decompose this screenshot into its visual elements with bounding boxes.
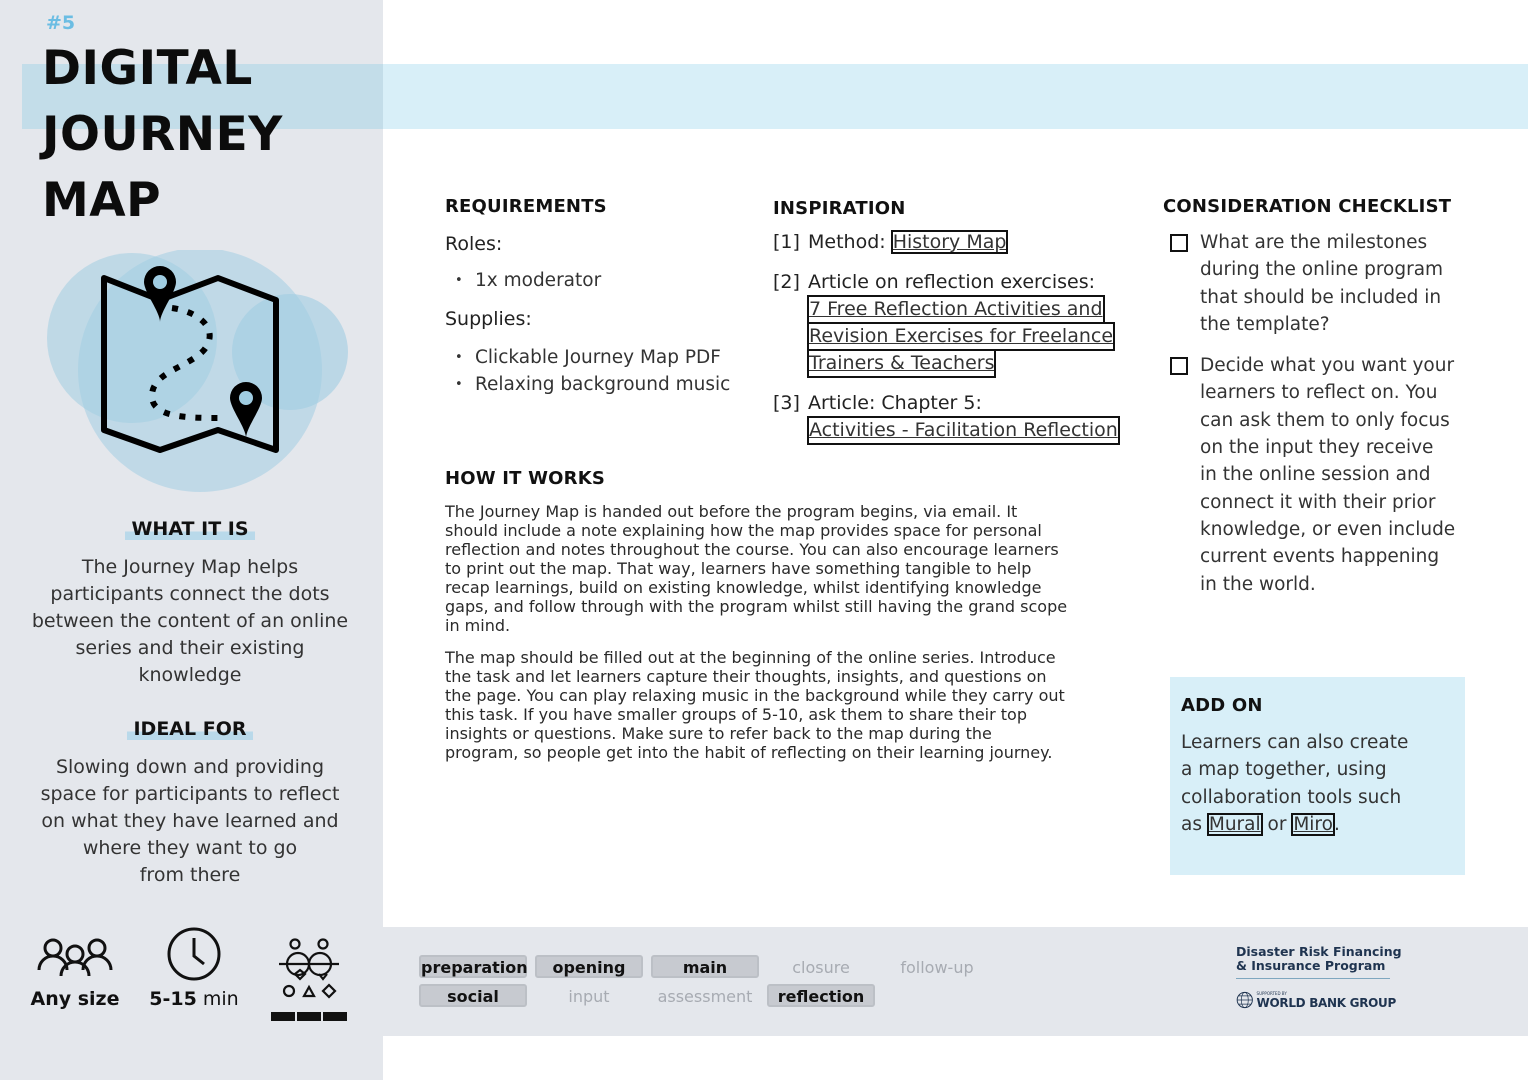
roles-list: 1x moderator xyxy=(445,267,745,294)
supplies-label: Supplies: xyxy=(445,308,532,330)
item-number: [1] xyxy=(773,231,800,253)
text-line: from there xyxy=(139,864,241,886)
inspiration-item: [1] Method: History Map xyxy=(773,229,1133,256)
tag-social: social xyxy=(419,984,527,1007)
page-title: DIGITAL JOURNEY MAP xyxy=(42,36,283,234)
add-on-text: Learners can also create a map together,… xyxy=(1181,732,1409,836)
text-line: series and their existing xyxy=(75,637,305,659)
requirements-section: REQUIREMENTS Roles: 1x moderator Supplie… xyxy=(445,196,745,398)
intensity-segment xyxy=(297,1012,321,1021)
tag-grid: preparation opening main closure follow-… xyxy=(419,955,991,1007)
world-bank-logo: SUPPORTED BY WORLD BANK GROUP xyxy=(1236,985,1396,1015)
checklist-heading: CONSIDERATION CHECKLIST xyxy=(1163,196,1452,217)
text-line: space for participants to reflect xyxy=(40,783,340,805)
bg-circle xyxy=(47,253,217,423)
text-line: The Journey Map helps xyxy=(81,556,299,578)
list-item: 1x moderator xyxy=(445,267,745,294)
history-map-link[interactable]: History Map xyxy=(890,230,1009,254)
group-size-label: Any size xyxy=(30,988,120,1010)
checkbox[interactable] xyxy=(1170,234,1188,252)
world-bank-group-label: WORLD BANK GROUP xyxy=(1256,995,1397,1010)
what-it-is-section: WHAT IT IS The Journey Map helps partici… xyxy=(20,518,360,689)
add-on-box: ADD ON Learners can also create a map to… xyxy=(1170,677,1465,875)
tag-input: input xyxy=(568,987,610,1006)
item-number: [2] xyxy=(773,271,800,293)
checklist-item: What are the milestones during the onlin… xyxy=(1163,229,1463,338)
tag-main: main xyxy=(651,955,759,978)
group-size-meta: Any size xyxy=(30,930,120,1010)
intensity-meta xyxy=(268,930,350,1021)
text-line: where they want to go xyxy=(82,837,298,859)
text-line: participants connect the dots xyxy=(50,583,330,605)
how-it-works-heading: HOW IT WORKS xyxy=(445,468,606,489)
add-on-heading: ADD ON xyxy=(1181,695,1263,716)
text-line: Slowing down and providing xyxy=(55,756,325,778)
inspiration-heading: INSPIRATION xyxy=(773,198,906,219)
globe-icon xyxy=(1236,991,1253,1009)
reflection-article-link[interactable]: 7 Free Reflection Activities and xyxy=(807,295,1105,324)
intensity-segment xyxy=(323,1012,347,1021)
mural-link[interactable]: Mural xyxy=(1206,812,1263,836)
program-name: Disaster Risk Financing & Insurance Prog… xyxy=(1236,944,1402,973)
tag-opening: opening xyxy=(535,955,643,978)
drfip-logo: Disaster Risk Financing & Insurance Prog… xyxy=(1236,944,1402,1015)
intensity-segment xyxy=(271,1012,295,1021)
tag-follow-up: follow-up xyxy=(900,958,974,977)
card-number: #5 xyxy=(46,12,76,34)
consideration-checklist: CONSIDERATION CHECKLIST What are the mil… xyxy=(1163,196,1463,598)
logo-divider xyxy=(1236,978,1390,979)
footer-bar: preparation opening main closure follow-… xyxy=(383,927,1528,1036)
clock-icon xyxy=(167,927,221,981)
tag-reflection: reflection xyxy=(767,984,875,1007)
title-line: JOURNEY xyxy=(42,107,283,162)
intensity-bar xyxy=(268,1012,350,1021)
facilitation-reflection-link[interactable]: Activities - Facilitation Reflection xyxy=(807,416,1120,445)
reflection-article-link[interactable]: Trainers & Teachers xyxy=(806,349,997,378)
item-label: Method: xyxy=(808,231,892,253)
checklist-item-text: What are the milestones during the onlin… xyxy=(1200,232,1444,335)
text-line: on what they have learned and xyxy=(41,810,339,832)
tag-preparation: preparation xyxy=(419,955,528,978)
duration-label: 5-15 min xyxy=(149,988,239,1010)
miro-link[interactable]: Miro xyxy=(1291,812,1335,836)
checklist-item: Decide what you want your learners to re… xyxy=(1163,352,1463,598)
item-number: [3] xyxy=(773,392,800,414)
tag-closure: closure xyxy=(792,958,850,977)
item-label: Article on reflection exercises: xyxy=(808,271,1096,293)
text-line: between the content of an online xyxy=(31,610,349,632)
item-label: Article: Chapter 5: xyxy=(808,392,982,414)
list-item: Clickable Journey Map PDF xyxy=(445,344,745,371)
tag-assessment: assessment xyxy=(657,987,753,1006)
what-it-is-heading: WHAT IT IS xyxy=(125,518,255,540)
checklist-item-text: Decide what you want your learners to re… xyxy=(1200,355,1456,595)
ideal-for-section: IDEAL FOR Slowing down and providing spa… xyxy=(20,718,360,889)
how-it-works-section: HOW IT WORKS The Journey Map is handed o… xyxy=(445,468,1145,775)
roles-label: Roles: xyxy=(445,233,503,255)
inspiration-section: INSPIRATION [1] Method: History Map [2] … xyxy=(773,198,1133,445)
what-it-is-text: The Journey Map helps participants conne… xyxy=(20,554,360,689)
text-line: knowledge xyxy=(138,664,242,686)
checkbox[interactable] xyxy=(1170,357,1188,376)
list-item: Relaxing background music xyxy=(445,371,745,398)
requirements-heading: REQUIREMENTS xyxy=(445,196,607,217)
inspiration-item: [3] Article: Chapter 5: Activities - Fac… xyxy=(773,390,1133,445)
inspiration-item: [2] Article on reflection exercises: 7 F… xyxy=(773,269,1133,378)
interaction-icon xyxy=(279,938,339,999)
ideal-for-text: Slowing down and providing space for par… xyxy=(20,754,360,889)
title-line: DIGITAL xyxy=(42,41,253,96)
title-line: MAP xyxy=(42,173,162,228)
people-group-icon xyxy=(37,938,113,977)
supplies-list: Clickable Journey Map PDF Relaxing backg… xyxy=(445,344,745,398)
map-with-pins-icon xyxy=(47,250,348,492)
ideal-for-heading: IDEAL FOR xyxy=(127,718,253,740)
reflection-article-link[interactable]: Revision Exercises for Freelance xyxy=(806,322,1116,351)
duration-meta: 5-15 min xyxy=(148,927,240,1010)
